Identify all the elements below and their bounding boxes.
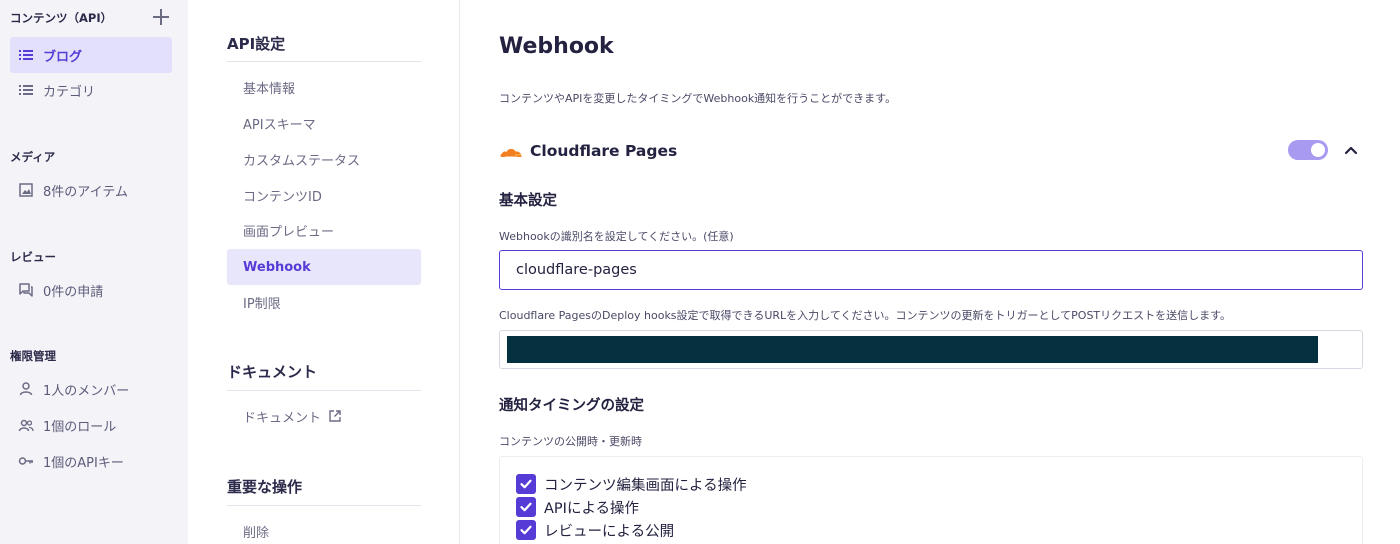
checkbox-checked-icon[interactable] [516,497,536,517]
chevron-up-icon[interactable] [1342,141,1360,159]
sidebar-item-review[interactable]: 0件の申請 [10,272,172,308]
page-title: Webhook [499,34,614,59]
webhook-name-label: Webhookの識別名を設定してください。(任意) [499,230,734,243]
external-link-icon [328,409,342,423]
sidebar-item-label: 1個のAPIキー [43,455,124,471]
basic-settings-title: 基本設定 [499,193,557,209]
timing-option-api[interactable]: APIによる操作 [516,496,639,518]
cloudflare-icon [499,144,523,158]
sidebar-item-media[interactable]: 8件のアイテム [10,172,172,208]
webhook-name-input[interactable] [499,250,1363,290]
timing-option-label: APIによる操作 [544,500,640,517]
nav-item-content-id[interactable]: コンテンツID [227,177,421,213]
sidebar-item-roles[interactable]: 1個のロール [10,407,172,443]
integration-enable-toggle[interactable] [1288,140,1328,160]
nav-section-danger: 重要な操作 [227,478,303,496]
sidebar-item-label: 1人のメンバー [43,383,130,399]
timing-option-label: コンテンツ編集画面による操作 [544,477,747,494]
main-content: Webhook コンテンツやAPIを変更したタイミングでWebhook通知を行う… [460,0,1400,544]
divider [227,390,421,391]
sidebar-header-permission: 権限管理 [10,349,56,363]
sidebar-item-category[interactable]: カテゴリ [10,72,172,108]
sidebar-header-review: レビュー [10,250,56,264]
sidebar-item-label: ブログ [43,49,83,65]
checkbox-checked-icon[interactable] [516,474,536,494]
timing-option-label: レビューによる公開 [544,523,675,540]
nav-item-documents[interactable]: ドキュメント [227,398,421,434]
divider [227,61,421,62]
sidebar-header-media: メディア [10,150,56,164]
integration-name: Cloudflare Pages [530,142,678,160]
divider [227,505,421,506]
page-description: コンテンツやAPIを変更したタイミングでWebhook通知を行うことができます。 [499,92,897,105]
nav-item-ip-restriction[interactable]: IP制限 [227,284,421,320]
timing-option-review[interactable]: レビューによる公開 [516,519,674,541]
checkbox-checked-icon[interactable] [516,520,536,540]
list-icon [18,47,34,63]
settings-nav: API設定 基本情報 APIスキーマ カスタムステータス コンテンツID 画面プ… [188,0,460,544]
timing-settings-title: 通知タイミングの設定 [499,398,644,414]
toggle-knob [1311,143,1325,157]
sidebar-item-label: カテゴリ [43,84,96,100]
chat-icon [18,282,34,298]
integration-header[interactable]: Cloudflare Pages [499,140,677,162]
deploy-hook-url-label: Cloudflare PagesのDeploy hooks設定で取得できるURL… [499,309,1232,322]
nav-item-api-schema[interactable]: APIスキーマ [227,105,421,141]
sidebar-item-label: 8件のアイテム [43,184,128,200]
add-content-icon[interactable] [152,8,170,26]
list-icon [18,82,34,98]
deploy-hook-url-input[interactable] [499,330,1363,369]
nav-item-preview[interactable]: 画面プレビュー [227,212,421,248]
key-icon [18,453,34,469]
sidebar-item-api-keys[interactable]: 1個のAPIキー [10,443,172,479]
person-icon [18,381,34,397]
nav-item-webhook[interactable]: Webhook [227,249,421,285]
sidebar-item-label: 1個のロール [43,419,117,435]
nav-section-api: API設定 [227,35,286,53]
nav-item-custom-status[interactable]: カスタムステータス [227,141,421,177]
timing-label: コンテンツの公開時・更新時 [499,435,642,448]
sidebar-item-blog[interactable]: ブログ [10,37,172,73]
nav-item-label: ドキュメント [243,410,322,426]
people-icon [18,417,34,433]
redacted-url [507,336,1318,363]
nav-item-basic-info[interactable]: 基本情報 [227,69,421,105]
sidebar-item-label: 0件の申請 [43,284,104,300]
timing-options-panel: コンテンツ編集画面による操作 APIによる操作 レビューによる公開 [499,456,1363,544]
nav-section-docs: ドキュメント [227,363,318,381]
image-icon [18,182,34,198]
sidebar-header-content: コンテンツ（API） [10,11,113,25]
sidebar-item-members[interactable]: 1人のメンバー [10,371,172,407]
nav-item-delete[interactable]: 削除 [227,513,421,544]
sidebar: コンテンツ（API） ブログ カテゴリ メディア 8件のアイテム レビュー 0件… [0,0,188,544]
timing-option-editor[interactable]: コンテンツ編集画面による操作 [516,473,747,495]
